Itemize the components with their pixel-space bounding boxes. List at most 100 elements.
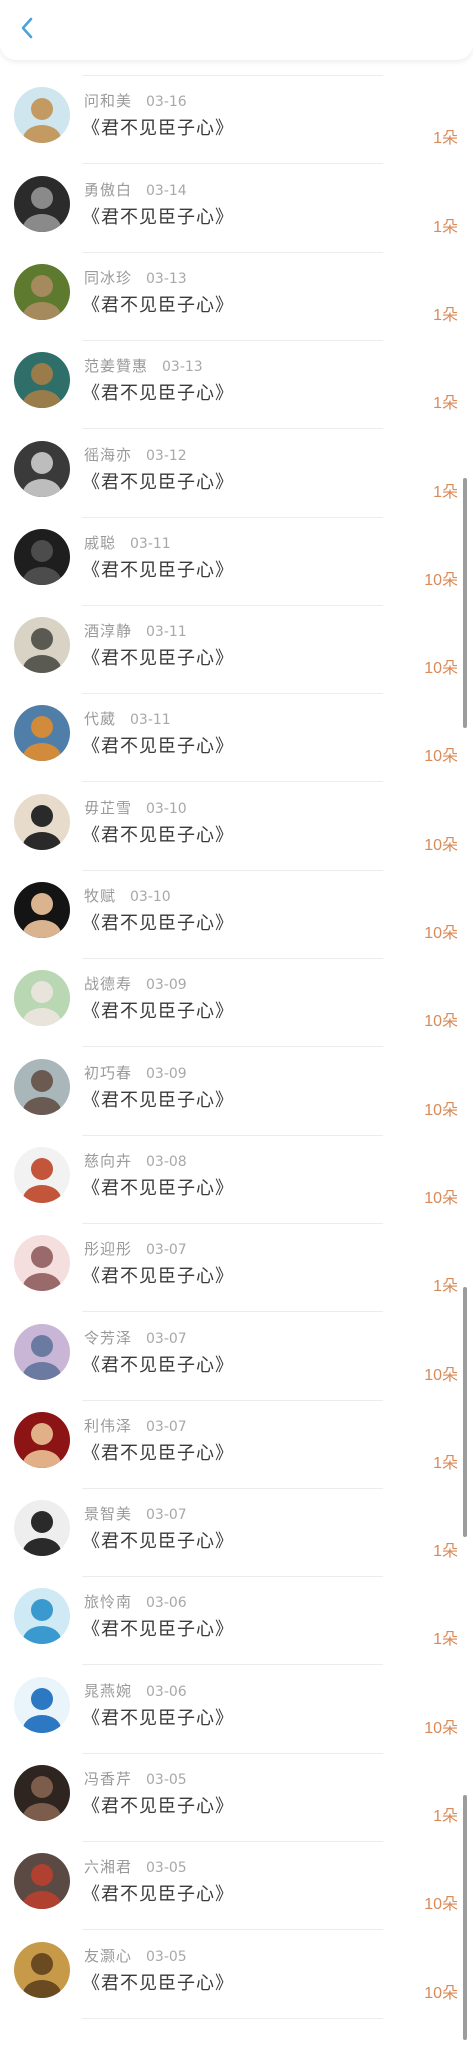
list-item[interactable]: 令芳泽 03-07 《君不见臣子心》 10朵 (0, 1313, 473, 1401)
book-title: 《君不见臣子心》 (82, 471, 234, 493)
chevron-left-icon (19, 16, 35, 44)
gift-date: 03-09 (146, 977, 187, 994)
flower-count: 1朵 (433, 1543, 458, 1561)
list-item[interactable]: 同冰珍 03-13 《君不见臣子心》 1朵 (0, 253, 473, 341)
book-title: 《君不见臣子心》 (82, 1707, 234, 1729)
scrollbar-thumb[interactable] (463, 478, 467, 728)
gift-date: 03-05 (146, 1860, 187, 1877)
sender-name: 战德寿 03-09 (84, 975, 187, 994)
avatar[interactable] (14, 1058, 70, 1115)
list-item[interactable]: 晁燕婉 03-06 《君不见臣子心》 10朵 (0, 1666, 473, 1754)
flower-count: 10朵 (424, 1896, 458, 1914)
gift-date: 03-11 (130, 535, 171, 552)
gift-date: 03-13 (146, 270, 187, 287)
book-title: 《君不见臣子心》 (82, 1972, 234, 1994)
avatar[interactable] (14, 175, 70, 232)
avatar[interactable] (14, 793, 70, 850)
avatar[interactable] (14, 263, 70, 320)
flower-count: 1朵 (433, 130, 458, 148)
gift-date: 03-11 (146, 624, 187, 641)
top-bar (0, 0, 473, 60)
flower-count: 10朵 (424, 1189, 458, 1207)
list-item[interactable]: 冯香芹 03-05 《君不见臣子心》 1朵 (0, 1754, 473, 1842)
flower-count: 10朵 (424, 1013, 458, 1031)
book-title: 《君不见臣子心》 (82, 118, 234, 140)
gift-date: 03-07 (146, 1330, 187, 1347)
avatar[interactable] (14, 705, 70, 762)
list-item[interactable]: 徭海亦 03-12 《君不见臣子心》 1朵 (0, 430, 473, 518)
book-title: 《君不见臣子心》 (82, 913, 234, 934)
list-item[interactable]: 范姜贊惠 03-13 《君不见臣子心》 1朵 (0, 341, 473, 430)
flower-count: 10朵 (424, 571, 458, 589)
avatar[interactable] (14, 1411, 70, 1468)
sender-name: 徭海亦 03-12 (84, 445, 187, 464)
gift-date: 03-09 (146, 1065, 187, 1082)
list-item[interactable]: 牧赋 03-10 《君不见臣子心》 10朵 (0, 871, 473, 959)
avatar[interactable] (14, 1500, 70, 1557)
gift-date: 03-10 (146, 800, 187, 817)
avatar[interactable] (14, 1853, 70, 1910)
avatar[interactable] (14, 970, 70, 1027)
sender-name: 牧赋 03-10 (84, 887, 171, 905)
gift-date: 03-11 (130, 712, 171, 729)
avatar[interactable] (14, 1765, 70, 1821)
book-title: 《君不见臣子心》 (82, 1266, 234, 1288)
sender-name: 代葳 03-11 (84, 710, 171, 729)
list-item[interactable]: 六湘君 03-05 《君不见臣子心》 10朵 (0, 1842, 473, 1931)
flower-count: 1朵 (433, 1808, 458, 1825)
scrollbar-thumb[interactable] (463, 1287, 467, 1537)
avatar[interactable] (14, 1676, 70, 1733)
list-item[interactable]: 旅怜南 03-06 《君不见臣子心》 1朵 (0, 1577, 473, 1666)
avatar[interactable] (14, 617, 70, 674)
list-item[interactable]: 战德寿 03-09 《君不见臣子心》 10朵 (0, 959, 473, 1048)
gift-date: 03-10 (130, 889, 171, 905)
flower-count: 10朵 (424, 1984, 458, 2002)
list-item[interactable]: 毋芷雪 03-10 《君不见臣子心》 10朵 (0, 783, 473, 871)
book-title: 《君不见臣子心》 (82, 1177, 234, 1199)
avatar[interactable] (14, 1588, 70, 1645)
list-item[interactable]: 初巧春 03-09 《君不见臣子心》 10朵 (0, 1048, 473, 1136)
avatar[interactable] (14, 352, 70, 409)
list-item[interactable]: 勇傲白 03-14 《君不见臣子心》 1朵 (0, 165, 473, 253)
list-item[interactable]: 景智美 03-07 《君不见臣子心》 1朵 (0, 1489, 473, 1578)
list-item[interactable]: 慈向卉 03-08 《君不见臣子心》 10朵 (0, 1136, 473, 1224)
gift-date: 03-05 (146, 1772, 187, 1788)
sender-name: 问和美 03-16 (84, 92, 187, 111)
flower-count: 1朵 (433, 395, 458, 413)
avatar[interactable] (14, 1235, 70, 1292)
sender-name: 景智美 03-07 (84, 1505, 187, 1524)
book-title: 《君不见臣子心》 (82, 1531, 234, 1553)
flower-count: 1朵 (433, 1278, 458, 1296)
flower-count: 10朵 (424, 836, 458, 854)
flower-count: 10朵 (424, 1366, 458, 1384)
list-item[interactable]: 代葳 03-11 《君不见臣子心》 10朵 (0, 694, 473, 783)
avatar[interactable] (14, 87, 70, 144)
flower-count: 10朵 (424, 1719, 458, 1737)
sender-name: 范姜贊惠 03-13 (84, 357, 203, 376)
avatar[interactable] (14, 1146, 70, 1203)
book-title: 《君不见臣子心》 (82, 648, 234, 670)
sender-name: 初巧春 03-09 (84, 1063, 187, 1082)
flower-count: 1朵 (433, 1454, 458, 1472)
avatar[interactable] (14, 882, 70, 938)
avatar[interactable] (14, 528, 70, 585)
flower-count: 1朵 (433, 306, 458, 324)
scrollbar-thumb[interactable] (463, 1795, 467, 2040)
list-item[interactable]: 利伟泽 03-07 《君不见臣子心》 1朵 (0, 1401, 473, 1489)
list-item[interactable]: 彤迎彤 03-07 《君不见臣子心》 1朵 (0, 1224, 473, 1313)
sender-name: 毋芷雪 03-10 (84, 798, 187, 817)
avatar[interactable] (14, 1323, 70, 1380)
list-item[interactable]: 友灏心 03-05 《君不见臣子心》 10朵 (0, 1931, 473, 2019)
book-title: 《君不见臣子心》 (82, 1442, 234, 1464)
book-title: 《君不见臣子心》 (82, 1089, 234, 1111)
list-item[interactable]: 戚聪 03-11 《君不见臣子心》 10朵 (0, 518, 473, 606)
book-title: 《君不见臣子心》 (82, 559, 234, 581)
list-item[interactable]: 问和美 03-16 《君不见臣子心》 1朵 (0, 76, 473, 165)
back-button[interactable] (12, 15, 42, 45)
gift-date: 03-06 (146, 1683, 187, 1700)
gift-date: 03-13 (162, 359, 203, 376)
avatar[interactable] (14, 1941, 70, 1998)
book-title: 《君不见臣子心》 (82, 383, 234, 405)
list-item[interactable]: 酒淳静 03-11 《君不见臣子心》 10朵 (0, 606, 473, 695)
avatar[interactable] (14, 440, 70, 497)
